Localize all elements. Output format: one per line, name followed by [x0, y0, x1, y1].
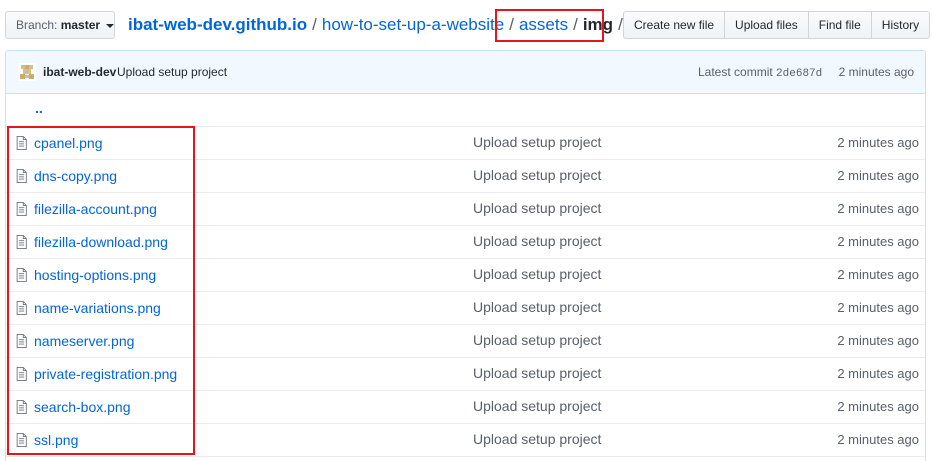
breadcrumb-separator: / [573, 15, 578, 34]
file-row: filezilla-account.png Upload setup projec… [6, 193, 925, 226]
commit-sha-link[interactable]: 2de687d [776, 68, 822, 80]
file-commit-message-link[interactable]: Upload setup project [473, 365, 601, 381]
file-commit-message-link[interactable]: Upload setup project [473, 200, 601, 216]
file-icon [16, 301, 27, 315]
file-icon [16, 367, 27, 381]
file-icon [16, 169, 27, 183]
file-icon [16, 235, 27, 249]
commit-message[interactable]: Upload setup project [117, 65, 227, 79]
commit-meta: Latest commit 2de687d 2 minutes ago [698, 65, 914, 80]
file-age: 2 minutes ago [837, 333, 919, 348]
breadcrumb-separator: / [509, 15, 514, 34]
caret-down-icon [106, 23, 115, 28]
upload-files-button[interactable]: Upload files [724, 11, 809, 39]
find-file-button[interactable]: Find file [807, 11, 872, 39]
file-name-link[interactable]: filezilla-download.png [34, 234, 168, 250]
parent-directory-link[interactable]: .. [35, 100, 43, 116]
file-commit-message-link[interactable]: Upload setup project [473, 299, 601, 315]
latest-commit-bar: ibat-web-dev Upload setup project Latest… [6, 51, 925, 94]
file-list-table: ibat-web-dev Upload setup project Latest… [5, 50, 926, 461]
breadcrumb-separator: / [312, 15, 317, 34]
file-icon [16, 268, 27, 282]
file-icon [16, 433, 27, 447]
file-row: ssl.png Upload setup project 2 minutes ago [6, 424, 925, 457]
commit-author[interactable]: ibat-web-dev [43, 65, 116, 79]
branch-select-button[interactable]: Branch: master [5, 11, 115, 39]
file-row: filezilla-download.png Upload setup proje… [6, 226, 925, 259]
file-actions-group: Create new file Upload files Find file H… [623, 11, 931, 39]
file-age: 2 minutes ago [837, 135, 919, 150]
file-row: dns-copy.png Upload setup project 2 minute… [6, 160, 925, 193]
branch-label: Branch: [16, 18, 58, 32]
file-age: 2 minutes ago [837, 201, 919, 216]
file-name-link[interactable]: name-variations.png [34, 300, 161, 316]
file-age: 2 minutes ago [837, 366, 919, 381]
file-commit-message-link[interactable]: Upload setup project [473, 233, 601, 249]
file-row: name-variations.png Upload setup project 2… [6, 292, 925, 325]
breadcrumb-current-folder: img [582, 15, 614, 34]
file-age: 2 minutes ago [837, 432, 919, 447]
history-button[interactable]: History [870, 11, 931, 39]
avatar[interactable] [18, 63, 36, 81]
breadcrumb-assets-link[interactable]: assets [519, 15, 568, 34]
breadcrumb-folder-link[interactable]: how-to-set-up-a-website [322, 15, 504, 34]
file-row: search-box.png Upload setup project 2 minu… [6, 391, 925, 424]
file-icon [16, 400, 27, 414]
file-commit-message-link[interactable]: Upload setup project [473, 167, 601, 183]
commit-age: 2 minutes ago [838, 65, 914, 79]
breadcrumb: ibat-web-dev.github.io / how-to-set-up-a-w… [128, 14, 628, 36]
file-commit-message-link[interactable]: Upload setup project [473, 134, 601, 150]
file-name-link[interactable]: cpanel.png [34, 135, 103, 151]
file-name-link[interactable]: hosting-options.png [34, 267, 156, 283]
file-name-link[interactable]: private-registration.png [34, 366, 177, 382]
file-row: cpanel.png Upload setup project 2 minutes … [6, 127, 925, 160]
branch-name: master [60, 18, 101, 32]
file-commit-message-link[interactable]: Upload setup project [473, 398, 601, 414]
file-age: 2 minutes ago [837, 168, 919, 183]
file-commit-message-link[interactable]: Upload setup project [473, 266, 601, 282]
file-commit-message-link[interactable]: Upload setup project [473, 332, 601, 348]
file-age: 2 minutes ago [837, 267, 919, 282]
latest-commit-label: Latest commit [698, 65, 773, 79]
file-row: private-registration.png Upload setup pro… [6, 358, 925, 391]
file-icon [16, 202, 27, 216]
create-new-file-button[interactable]: Create new file [623, 11, 726, 39]
breadcrumb-repo-link[interactable]: ibat-web-dev.github.io [128, 15, 307, 34]
file-age: 2 minutes ago [837, 399, 919, 414]
file-name-link[interactable]: search-box.png [34, 399, 131, 415]
file-age: 2 minutes ago [837, 234, 919, 249]
file-name-link[interactable]: nameserver.png [34, 333, 134, 349]
file-icon [16, 136, 27, 150]
file-icon [16, 334, 27, 348]
file-rows: cpanel.png Upload setup project 2 minutes … [6, 127, 925, 457]
parent-directory-row: .. [6, 94, 925, 127]
file-commit-message-link[interactable]: Upload setup project [473, 431, 601, 447]
file-name-link[interactable]: dns-copy.png [34, 168, 117, 184]
repo-navigation-bar: Branch: master ibat-web-dev.github.io / ho… [0, 0, 933, 48]
file-age: 2 minutes ago [837, 300, 919, 315]
file-name-link[interactable]: ssl.png [34, 432, 78, 448]
file-row: hosting-options.png Upload setup project 2… [6, 259, 925, 292]
file-row: nameserver.png Upload setup project 2 minu… [6, 325, 925, 358]
file-name-link[interactable]: filezilla-account.png [34, 201, 157, 217]
